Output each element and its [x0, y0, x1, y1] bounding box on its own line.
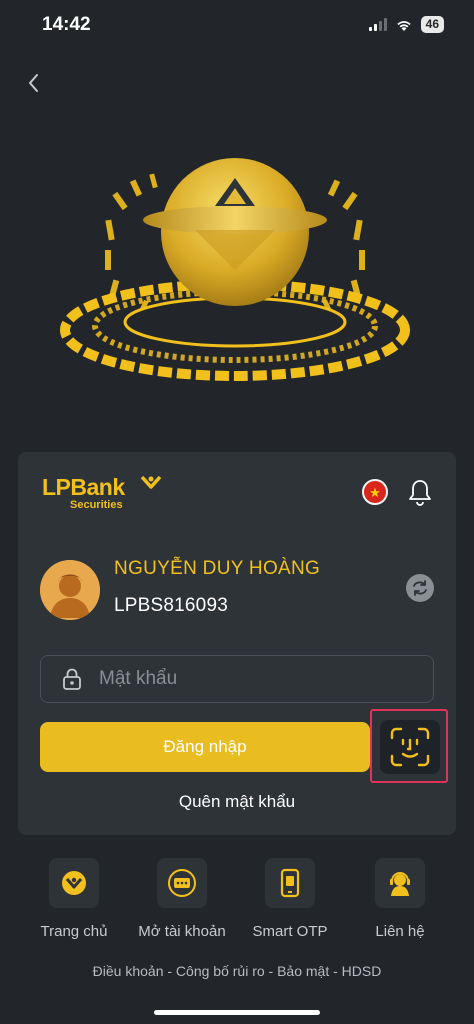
chevron-left-icon [29, 74, 38, 92]
support-icon [375, 858, 425, 908]
nav-item-contact[interactable]: Liên hệ [345, 858, 455, 940]
hero-gold-coin-illustration [60, 158, 410, 381]
bottom-nav: Trang chủ Mở tài khoản Smart OTP Liên hệ [0, 858, 474, 948]
footer-links[interactable]: Điều khoản - Công bố rủi ro - Bảo mật - … [0, 963, 474, 979]
nav-label-open-account: Mở tài khoản [138, 923, 226, 940]
password-input[interactable] [99, 668, 399, 690]
switch-account-button[interactable] [406, 574, 434, 602]
bell-icon[interactable] [406, 477, 434, 507]
wifi-icon [397, 20, 411, 31]
nav-item-smart-otp[interactable]: Smart OTP [235, 858, 345, 940]
login-card: LPBank Securities ★ NGUYỄN DUY HOÀNG LPB… [18, 452, 456, 835]
open-account-icon [157, 858, 207, 908]
user-silhouette-icon [40, 560, 100, 620]
nav-item-home[interactable]: Trang chủ [19, 858, 129, 940]
status-bar: 14:42 46 [0, 0, 474, 50]
forgot-password-link[interactable]: Quên mật khẩu [18, 792, 456, 812]
logo-mark-icon [140, 475, 162, 489]
swap-icon [413, 580, 427, 596]
vn-flag-icon[interactable]: ★ [362, 479, 388, 505]
user-name: NGUYỄN DUY HOÀNG [114, 558, 321, 579]
login-button[interactable]: Đăng nhập [40, 722, 370, 772]
back-button[interactable] [20, 68, 46, 98]
phone-otp-icon [265, 858, 315, 908]
cellular-signal-icon [368, 18, 387, 31]
status-time: 14:42 [42, 14, 91, 35]
logo-subtitle: Securities [70, 499, 123, 511]
nav-label-smart-otp: Smart OTP [252, 923, 328, 940]
nav-item-open-account[interactable]: Mở tài khoản [127, 858, 237, 940]
lpbank-securities-logo: LPBank Securities [42, 474, 162, 514]
avatar [40, 560, 100, 620]
account-id: LPBS816093 [114, 595, 228, 616]
password-field[interactable] [40, 655, 434, 703]
nav-label-home: Trang chủ [40, 923, 108, 940]
face-id-button[interactable] [380, 720, 440, 774]
battery-indicator: 46 [420, 16, 444, 33]
home-icon [49, 858, 99, 908]
status-indicators: 46 [368, 16, 444, 33]
nav-label-contact: Liên hệ [375, 923, 425, 940]
logo-text: LPBank [42, 474, 125, 500]
lock-icon [63, 668, 81, 690]
home-indicator [154, 1010, 320, 1015]
face-id-icon [390, 727, 430, 767]
face-id-highlight [370, 709, 448, 783]
